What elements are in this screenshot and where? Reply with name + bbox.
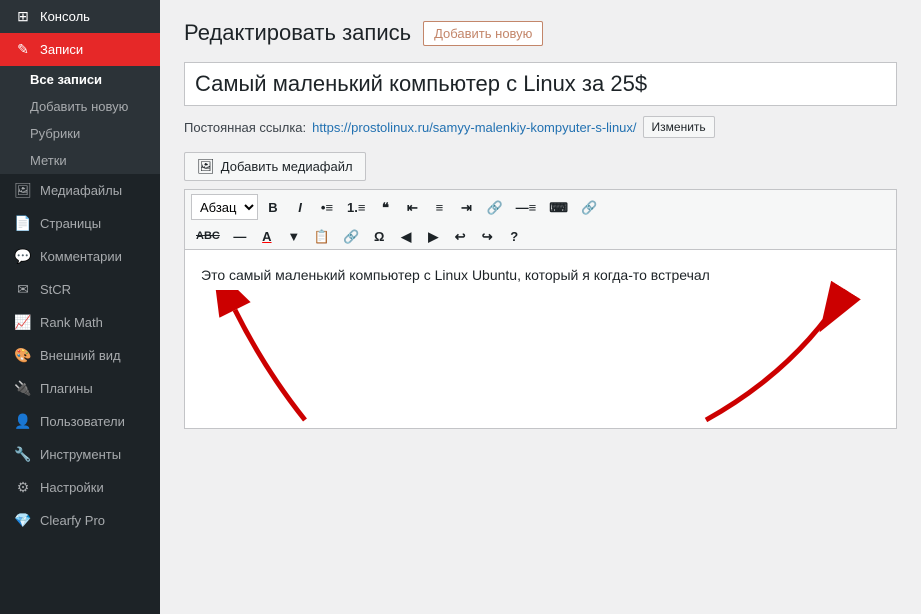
sidebar-item-rankmath[interactable]: 📈 Rank Math (0, 306, 160, 339)
comments-icon: 💬 (14, 248, 32, 265)
help-button[interactable]: ? (502, 227, 526, 246)
stcr-icon: ✉ (14, 281, 32, 298)
sidebar-item-clearfypro[interactable]: 💎 Clearfy Pro (0, 504, 160, 537)
sidebar-item-nastroyki[interactable]: ⚙ Настройки (0, 471, 160, 504)
text-color-button[interactable]: A (255, 227, 279, 246)
redo-button[interactable]: ↪ (475, 227, 499, 246)
media-icon: 🖼 (14, 182, 32, 199)
ol-button[interactable]: 1.≡ (342, 198, 370, 217)
editor-toolbar-row2: ABC — A ▼ 📋 🔗 Ω ◀ ▶ ↩ ↪ ? (184, 224, 897, 249)
plugins-icon: 🔌 (14, 380, 32, 397)
strikethrough-button[interactable]: ABC (191, 228, 225, 245)
indent-button[interactable]: ▶ (421, 227, 445, 246)
sidebar-item-polzovateli[interactable]: 👤 Пользователи (0, 405, 160, 438)
right-arrow-svg (676, 270, 876, 429)
permalink-bar: Постоянная ссылка: https://prostolinux.r… (184, 116, 897, 138)
sidebar-item-stcr[interactable]: ✉ StCR (0, 273, 160, 306)
sidebar-item-kommentarii[interactable]: 💬 Комментарии (0, 240, 160, 273)
sidebar-item-dobavit[interactable]: Добавить новую (0, 93, 160, 120)
bold-button[interactable]: B (261, 198, 285, 217)
main-content: Редактировать запись Добавить новую Пост… (160, 0, 921, 614)
settings-icon: ⚙ (14, 479, 32, 496)
paste-text-button[interactable]: 📋 (309, 227, 335, 246)
post-title-input[interactable] (184, 62, 897, 106)
add-media-icon: 🖼 (197, 158, 215, 175)
permalink-label: Постоянная ссылка: (184, 120, 306, 135)
sidebar-item-zapisi[interactable]: ✎ Записи (0, 33, 160, 66)
align-left-button[interactable]: ⇤ (400, 198, 424, 217)
fullscreen-button[interactable]: ⌨ (544, 198, 573, 217)
italic-button[interactable]: I (288, 198, 312, 217)
sidebar-item-rubriki[interactable]: Рубрики (0, 120, 160, 147)
undo-button[interactable]: ↩ (448, 227, 472, 246)
dashboard-icon: ⊞ (14, 8, 32, 25)
clearfy-icon: 💎 (14, 512, 32, 529)
sidebar-item-plaginy[interactable]: 🔌 Плагины (0, 372, 160, 405)
posts-icon: ✎ (14, 41, 32, 58)
editor-body[interactable]: Это самый маленький компьютер с Linux Ub… (184, 249, 897, 429)
sidebar-item-konsol[interactable]: ⊞ Консоль (0, 0, 160, 33)
editor-toolbar-row1: Абзац B I •≡ 1.≡ ❝ ⇤ ≡ ⇥ 🔗 —≡ ⌨ 🔗 (184, 189, 897, 224)
change-permalink-button[interactable]: Изменить (643, 116, 715, 138)
link-button[interactable]: 🔗 (481, 198, 507, 217)
ul-button[interactable]: •≡ (315, 198, 339, 217)
more-button[interactable]: —≡ (511, 198, 542, 217)
toolbar-toggle-button[interactable]: 🔗 (576, 198, 602, 217)
blockquote-button[interactable]: ❝ (373, 198, 397, 217)
add-media-button[interactable]: 🖼 Добавить медиафайл (184, 152, 366, 181)
paragraph-select[interactable]: Абзац (191, 194, 258, 220)
rankmath-icon: 📈 (14, 314, 32, 331)
sidebar-item-stranicy[interactable]: 📄 Страницы (0, 207, 160, 240)
sidebar: ⊞ Консоль ✎ Записи Все записи Добавить н… (0, 0, 160, 614)
align-center-button[interactable]: ≡ (427, 198, 451, 217)
sidebar-item-metki[interactable]: Метки (0, 147, 160, 174)
sidebar-item-vse-zapisi[interactable]: Все записи (0, 66, 160, 93)
align-right-button[interactable]: ⇥ (454, 198, 478, 217)
sidebar-item-mediafaily[interactable]: 🖼 Медиафайлы (0, 174, 160, 207)
sidebar-item-vneshniy[interactable]: 🎨 Внешний вид (0, 339, 160, 372)
editor-content: Это самый маленький компьютер с Linux Ub… (201, 264, 880, 286)
sidebar-item-instrumenty[interactable]: 🔧 Инструменты (0, 438, 160, 471)
zapisi-submenu: Все записи Добавить новую Рубрики Метки (0, 66, 160, 174)
left-arrow-svg (215, 290, 335, 429)
permalink-url[interactable]: https://prostolinux.ru/samyy-malenkiy-ko… (312, 120, 636, 135)
remove-link-button[interactable]: 🔗 (338, 227, 364, 246)
color-dropdown-button[interactable]: ▼ (282, 227, 306, 246)
pages-icon: 📄 (14, 215, 32, 232)
annotation-arrows (185, 280, 896, 429)
hr-button[interactable]: — (228, 227, 252, 246)
outdent-button[interactable]: ◀ (394, 227, 418, 246)
add-new-button[interactable]: Добавить новую (423, 21, 543, 46)
users-icon: 👤 (14, 413, 32, 430)
page-title: Редактировать запись (184, 20, 411, 46)
page-header: Редактировать запись Добавить новую (184, 20, 897, 46)
special-char-button[interactable]: Ω (367, 227, 391, 246)
tools-icon: 🔧 (14, 446, 32, 463)
appearance-icon: 🎨 (14, 347, 32, 364)
